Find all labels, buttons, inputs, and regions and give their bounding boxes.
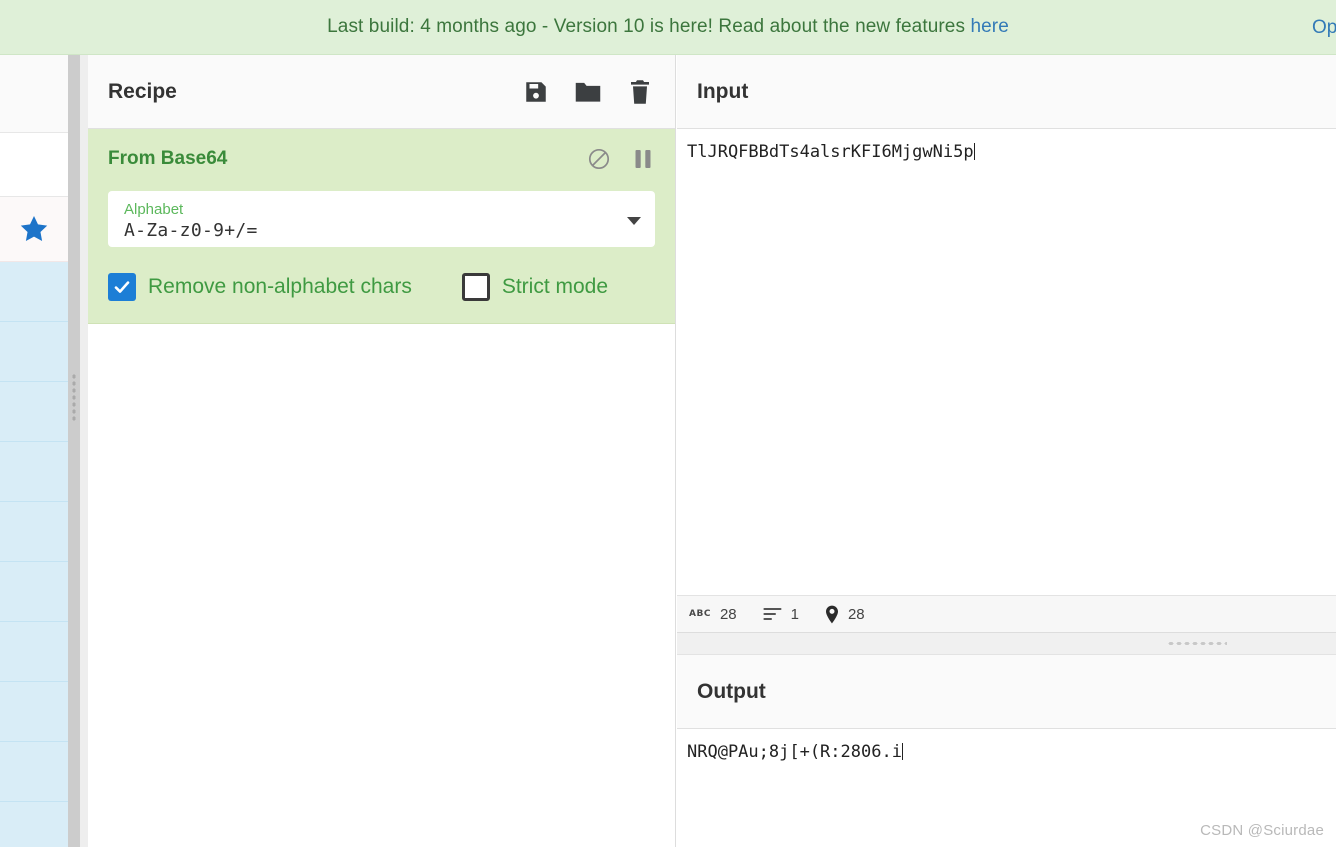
sidebar-recipe-splitter[interactable] [68,55,80,847]
remove-non-alphabet-chars-checkbox[interactable]: Remove non-alphabet chars [108,273,412,301]
pause-icon [633,148,653,170]
location-pin-icon [825,605,839,624]
chevron-down-icon [627,217,641,225]
output-value: NRQ@PAu;8j[+(R:2806.i [687,742,902,762]
sidebar-category[interactable] [0,322,68,382]
text-cursor [901,743,903,760]
recipe-title-bar: Recipe [88,55,675,129]
banner-options-label: Op [1312,16,1336,38]
banner-message-text: Last build: 4 months ago - Version 10 is… [327,16,971,37]
text-cursor [973,143,975,160]
folder-icon [574,79,602,105]
disable-icon [587,147,611,171]
sidebar-category[interactable] [0,262,68,322]
sidebar-category[interactable] [0,502,68,562]
version-banner: Last build: 4 months ago - Version 10 is… [0,0,1336,55]
recipe-title: Recipe [108,79,177,103]
status-position: 28 [825,605,865,624]
save-icon [523,79,549,105]
status-length-value: 28 [719,605,737,623]
operations-header [0,55,68,133]
clear-recipe-button[interactable] [627,79,653,105]
sidebar-category[interactable] [0,682,68,742]
sidebar-category[interactable] [0,742,68,802]
banner-message: Last build: 4 months ago - Version 10 is… [327,16,1009,38]
abc-icon: ABC [689,609,711,619]
disable-operation-button[interactable] [587,147,611,171]
remove-non-alphabet-chars-label: Remove non-alphabet chars [148,275,412,298]
watermark: CSDN @Sciurdae [1200,822,1324,839]
io-column: Input TlJRQFBBdTs4alsrKFI6MjgwNi5p ABC 2… [677,55,1336,847]
output-pane: Output NRQ@PAu;8j[+(R:2806.i [677,655,1336,847]
input-value: TlJRQFBBdTs4alsrKFI6MjgwNi5p [687,142,974,162]
recipe-action-buttons [523,79,653,105]
splitter-gutter [80,55,88,847]
sidebar-category-favourites[interactable] [0,197,68,262]
abc-icon-label: ABC [689,609,711,619]
recipe-pane: Recipe From Base64 Alphabet A-Za-z0-9+/=… [88,55,676,847]
sidebar-category[interactable] [0,442,68,502]
load-recipe-button[interactable] [575,79,601,105]
set-breakpoint-button[interactable] [631,147,655,171]
checkbox-checked-box [108,273,136,301]
sidebar-category[interactable] [0,382,68,442]
sidebar-category[interactable] [0,562,68,622]
sidebar-category[interactable] [0,622,68,682]
alphabet-select[interactable]: Alphabet A-Za-z0-9+/= [108,191,655,247]
banner-options-link[interactable]: Op [1312,0,1336,55]
alphabet-label: Alphabet [124,201,184,218]
output-textarea[interactable]: NRQ@PAu;8j[+(R:2806.i [677,729,1336,763]
status-lines: 1 [763,606,799,623]
operations-sidebar [0,55,68,847]
input-pane: Input TlJRQFBBdTs4alsrKFI6MjgwNi5p ABC 2… [677,55,1336,633]
input-title: Input [697,79,749,103]
operation-title: From Base64 [108,148,228,169]
checkbox-unchecked-box [461,273,490,301]
operation-checkboxes: Remove non-alphabet chars Strict mode [108,273,655,301]
lines-icon [763,607,782,621]
output-title-bar: Output [677,655,1336,729]
operation-controls [587,147,655,171]
operations-search-input[interactable] [0,133,68,197]
output-text-line: NRQ@PAu;8j[+(R:2806.i [677,729,1336,763]
cyberchef-window: Last build: 4 months ago - Version 10 is… [0,0,1336,847]
input-title-bar: Input [677,55,1336,129]
splitter-grip [71,373,77,423]
output-title: Output [697,679,766,703]
input-textarea[interactable]: TlJRQFBBdTs4alsrKFI6MjgwNi5p [677,129,1336,633]
strict-mode-checkbox[interactable]: Strict mode [461,273,609,301]
trash-icon [628,79,652,105]
sidebar-category[interactable] [0,802,68,847]
input-text-line: TlJRQFBBdTs4alsrKFI6MjgwNi5p [677,129,1336,163]
input-status-bar: ABC 28 1 28 [677,595,1336,633]
operation-header: From Base64 [108,147,655,171]
strict-mode-label: Strict mode [501,275,609,298]
status-length: ABC 28 [689,606,737,623]
splitter-grip [1167,641,1227,646]
status-position-value: 28 [847,605,865,623]
banner-here-link[interactable]: here [970,16,1008,37]
save-recipe-button[interactable] [523,79,549,105]
alphabet-value: A-Za-z0-9+/= [124,220,258,241]
star-icon [17,213,51,246]
status-lines-value: 1 [790,605,799,623]
input-output-splitter[interactable] [677,633,1336,655]
recipe-operation-from-base64[interactable]: From Base64 Alphabet A-Za-z0-9+/= Remove… [88,129,675,324]
